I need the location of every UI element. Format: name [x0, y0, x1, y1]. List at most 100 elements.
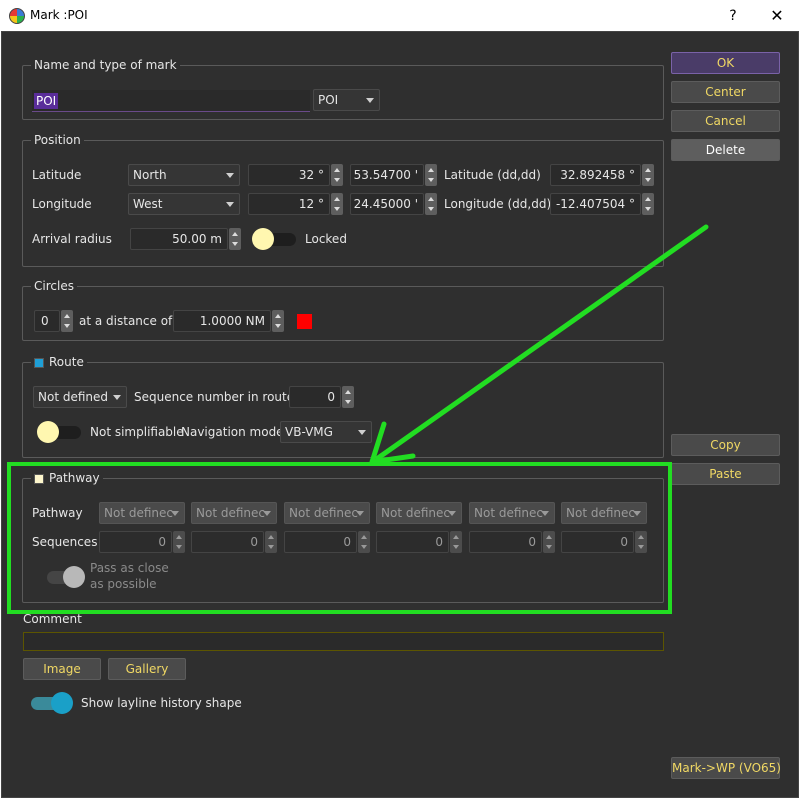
circle-color-swatch[interactable] — [297, 314, 312, 329]
spin-buttons[interactable] — [331, 193, 343, 215]
mark-name-value: POI — [34, 93, 59, 109]
longitude-dd-spinbox[interactable]: -12.407504 ° — [550, 193, 654, 215]
sequence-number-spinbox[interactable]: 0 — [289, 386, 354, 408]
spin-buttons[interactable] — [61, 310, 73, 332]
chevron-down-icon — [633, 511, 641, 516]
longitude-dd-label: Longitude (dd,dd) — [444, 197, 552, 211]
latitude-dd-spinbox[interactable]: 32.892458 ° — [550, 164, 654, 186]
latitude-minutes-spinbox[interactable]: 53.54700 ' — [350, 164, 437, 186]
copy-button[interactable]: Copy — [671, 434, 780, 456]
pathway-sequence-5[interactable]: 0 — [469, 531, 555, 553]
chevron-down-icon — [263, 511, 271, 516]
pathway-select-3[interactable]: Not definec — [284, 502, 370, 524]
pathway-select-4[interactable]: Not definec — [376, 502, 462, 524]
help-button[interactable]: ? — [710, 0, 756, 31]
spin-buttons[interactable] — [229, 228, 241, 250]
latitude-hemisphere-value: North — [133, 168, 167, 182]
pathway-select-6[interactable]: Not definec — [561, 502, 647, 524]
chevron-down-icon — [226, 202, 234, 207]
layline-toggle[interactable] — [29, 692, 75, 714]
arrival-radius-label: Arrival radius — [32, 232, 112, 246]
locked-label: Locked — [305, 232, 347, 246]
navigation-mode-select[interactable]: VB-VMG — [280, 421, 372, 443]
mark-name-input[interactable]: POI — [32, 90, 310, 112]
pathway-select-1[interactable]: Not definec — [99, 502, 185, 524]
pathway-sequence-3[interactable]: 0 — [284, 531, 370, 553]
position-title: Position — [31, 133, 84, 148]
latitude-hemisphere-select[interactable]: North — [128, 164, 240, 186]
ok-button[interactable]: OK — [671, 52, 780, 74]
circles-count-value: 0 — [34, 310, 60, 332]
comment-label: Comment — [23, 612, 82, 626]
chevron-down-icon — [448, 511, 456, 516]
pathway-select-5[interactable]: Not definec — [469, 502, 555, 524]
locked-toggle[interactable] — [252, 228, 298, 250]
pathway-sequence-4[interactable]: 0 — [376, 531, 462, 553]
sequence-number-label: Sequence number in route — [134, 390, 295, 404]
spin-buttons[interactable] — [425, 193, 437, 215]
longitude-dd-value: -12.407504 ° — [550, 193, 641, 215]
image-button[interactable]: Image — [23, 658, 101, 680]
pathway-checkbox[interactable] — [34, 473, 44, 484]
gallery-button[interactable]: Gallery — [108, 658, 186, 680]
center-button[interactable]: Center — [671, 81, 780, 103]
comment-input[interactable] — [23, 632, 664, 651]
longitude-minutes-spinbox[interactable]: 24.45000 ' — [350, 193, 437, 215]
route-checkbox[interactable] — [34, 357, 44, 368]
pathway-sequence-2[interactable]: 0 — [191, 531, 277, 553]
mark-to-wp-button[interactable]: Mark->WP (VO65) — [671, 757, 781, 779]
pathway-select-2[interactable]: Not definec — [191, 502, 277, 524]
spin-buttons[interactable] — [342, 386, 354, 408]
spin-buttons[interactable] — [331, 164, 343, 186]
navigation-mode-label: Navigation mode — [181, 425, 284, 439]
circles-title: Circles — [31, 279, 77, 294]
chevron-down-icon — [366, 98, 374, 103]
mark-type-value: POI — [318, 93, 339, 107]
name-type-title: Name and type of mark — [31, 58, 180, 73]
route-title-text: Route — [49, 355, 84, 369]
title-bar: Mark :POI ? ✕ — [0, 0, 800, 31]
latitude-dd-label: Latitude (dd,dd) — [444, 168, 541, 182]
distance-label: at a distance of — [79, 314, 173, 328]
route-group: Route — [22, 355, 664, 458]
circle-distance-value: 1.0000 NM — [173, 310, 271, 332]
mark-dialog: Name and type of mark POI POI Position L… — [1, 31, 799, 798]
latitude-degrees-value: 32 ° — [248, 164, 330, 186]
pass-close-label-2: as possible — [90, 577, 157, 591]
paste-button[interactable]: Paste — [671, 463, 780, 485]
arrival-radius-spinbox[interactable]: 50.00 m — [130, 228, 241, 250]
spin-buttons[interactable] — [642, 193, 654, 215]
longitude-degrees-spinbox[interactable]: 12 ° — [248, 193, 343, 215]
circles-count-spinbox[interactable]: 0 — [34, 310, 73, 332]
longitude-hemisphere-select[interactable]: West — [128, 193, 240, 215]
arrival-radius-value: 50.00 m — [130, 228, 228, 250]
spin-buttons[interactable] — [272, 310, 284, 332]
longitude-minutes-value: 24.45000 ' — [350, 193, 424, 215]
route-title: Route — [31, 355, 87, 370]
delete-button[interactable]: Delete — [671, 139, 780, 161]
pathway-sequence-1[interactable]: 0 — [99, 531, 185, 553]
app-icon — [9, 8, 25, 24]
spin-buttons[interactable] — [642, 164, 654, 186]
pathway-sequence-6[interactable]: 0 — [561, 531, 647, 553]
latitude-dd-value: 32.892458 ° — [550, 164, 641, 186]
pathway-row-label: Pathway — [32, 506, 83, 520]
chevron-down-icon — [113, 395, 121, 400]
pathway-title: Pathway — [31, 471, 103, 486]
circle-distance-spinbox[interactable]: 1.0000 NM — [173, 310, 284, 332]
pass-close-label-1: Pass as close — [90, 561, 169, 575]
spin-buttons[interactable] — [425, 164, 437, 186]
simplifiable-toggle[interactable] — [37, 421, 83, 443]
latitude-degrees-spinbox[interactable]: 32 ° — [248, 164, 343, 186]
longitude-hemisphere-value: West — [133, 197, 163, 211]
cancel-button[interactable]: Cancel — [671, 110, 780, 132]
pass-close-toggle[interactable] — [39, 566, 85, 588]
pathway-title-text: Pathway — [49, 471, 100, 485]
close-icon[interactable]: ✕ — [754, 0, 800, 31]
chevron-down-icon — [356, 511, 364, 516]
window-title: Mark :POI — [30, 8, 88, 22]
simplifiable-label: Not simplifiable — [90, 425, 184, 439]
navigation-mode-value: VB-VMG — [285, 425, 333, 439]
route-select[interactable]: Not defined — [33, 386, 127, 408]
mark-type-select[interactable]: POI — [313, 89, 380, 111]
